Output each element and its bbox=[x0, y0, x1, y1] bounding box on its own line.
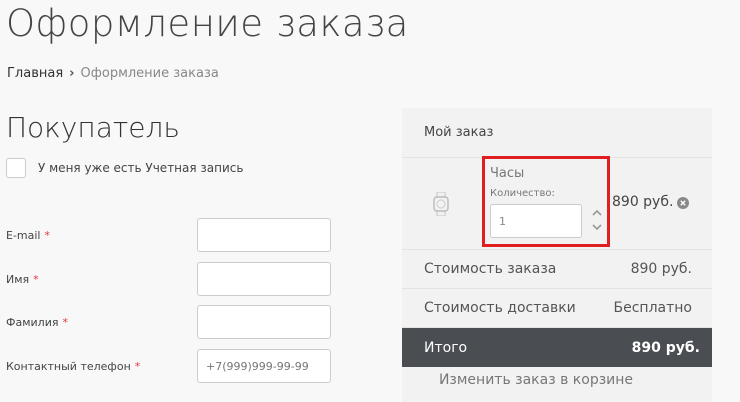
last-name-row: Фамилия * bbox=[6, 305, 331, 339]
quantity-label: Количество: bbox=[490, 188, 555, 199]
required-mark: * bbox=[62, 315, 68, 329]
total-value: 890 руб. bbox=[631, 339, 700, 356]
first-name-label: Имя * bbox=[6, 272, 39, 286]
has-account-option[interactable]: У меня уже есть Учетная запись bbox=[6, 158, 243, 178]
required-mark: * bbox=[134, 359, 141, 373]
buyer-section-title: Покупатель bbox=[6, 111, 180, 144]
delivery-cost-row: Стоимость доставки Бесплатно bbox=[402, 289, 712, 328]
delivery-cost-label: Стоимость доставки bbox=[424, 300, 576, 316]
order-summary-panel: Мой заказ Часы Количество: 890 руб. Стои… bbox=[402, 108, 712, 402]
delivery-cost-value: Бесплатно bbox=[613, 300, 692, 316]
phone-label: Контактный телефон * bbox=[6, 359, 141, 373]
email-input[interactable] bbox=[197, 218, 331, 252]
required-mark: * bbox=[33, 272, 39, 286]
order-cost-label: Стоимость заказа bbox=[424, 261, 557, 277]
chevron-down-icon[interactable] bbox=[591, 222, 603, 232]
has-account-label: У меня уже есть Учетная запись bbox=[38, 161, 244, 175]
phone-row: Контактный телефон * bbox=[6, 349, 331, 383]
email-label: E-mail * bbox=[6, 228, 51, 242]
page-title: Оформление заказа bbox=[6, 2, 409, 45]
last-name-input[interactable] bbox=[197, 305, 331, 339]
item-price: 890 руб. bbox=[612, 194, 674, 210]
edit-cart-link[interactable]: Изменить заказ в корзине bbox=[402, 372, 670, 388]
order-cost-row: Стоимость заказа 890 руб. bbox=[402, 250, 712, 289]
breadcrumb-home-link[interactable]: Главная bbox=[7, 66, 63, 81]
phone-input[interactable] bbox=[197, 349, 331, 383]
item-name: Часы bbox=[490, 166, 525, 181]
total-row: Итого 890 руб. bbox=[402, 328, 712, 367]
breadcrumb: Главная › Оформление заказа bbox=[7, 66, 219, 81]
has-account-checkbox[interactable] bbox=[6, 158, 26, 178]
breadcrumb-separator: › bbox=[69, 66, 75, 81]
required-mark: * bbox=[44, 228, 51, 242]
breadcrumb-current: Оформление заказа bbox=[80, 66, 219, 81]
email-row: E-mail * bbox=[6, 218, 331, 252]
remove-item-icon[interactable] bbox=[677, 197, 689, 209]
order-cost-value: 890 руб. bbox=[630, 261, 692, 277]
last-name-label: Фамилия * bbox=[6, 315, 68, 329]
watch-icon bbox=[433, 192, 449, 216]
first-name-input[interactable] bbox=[197, 262, 331, 296]
order-header: Мой заказ bbox=[402, 108, 712, 158]
quantity-input[interactable] bbox=[490, 204, 582, 238]
chevron-up-icon[interactable] bbox=[591, 208, 603, 218]
total-label: Итого bbox=[424, 339, 468, 356]
first-name-row: Имя * bbox=[6, 262, 331, 296]
